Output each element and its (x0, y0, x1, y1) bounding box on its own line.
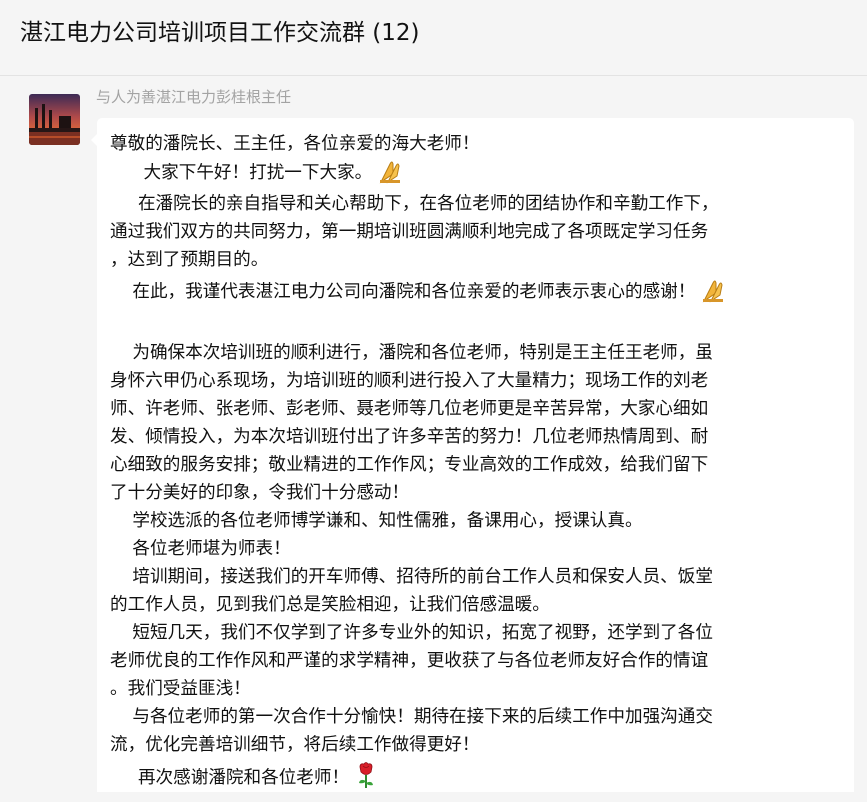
bottom-strip (0, 792, 867, 802)
message-bubble[interactable]: 尊敬的潘院长、王主任，各位亲爱的海大老师！ 大家下午好！打扰一下大家。 在潘院长… (91, 118, 854, 802)
message-line: 在潘院长的亲自指导和关心帮助下，在各位老师的团结协作和辛勤工作下， (110, 194, 719, 214)
chat-title-bar: 湛江电力公司培训项目工作交流群 (12) (0, 0, 867, 76)
message-line: 师、许老师、张老师、彭老师、聂老师等几位老师更是辛苦异常，大家心细如 (110, 399, 709, 419)
message-line: 发、倾情投入，为本次培训班付出了许多辛苦的努力！几位老师热情周到、耐 (110, 427, 709, 447)
pray-hands-icon (701, 277, 729, 312)
message-line: 在此，我谨代表湛江电力公司向潘院和各位亲爱的老师表示衷心的感谢！ (110, 277, 729, 312)
message-line: 了十分美好的印象，令我们十分感动！ (110, 483, 410, 503)
message-line-text: 大家下午好！打扰一下大家。 (110, 163, 373, 183)
message-line: 老师优良的工作作风和严谨的求学精神，更收获了与各位老师友好合作的情谊 (110, 651, 709, 671)
message-line: 各位老师堪为师表！ (110, 539, 291, 559)
message-line: 的工作人员，见到我们总是笑脸相迎，让我们倍感温暖。 (110, 595, 550, 615)
message-line: 为确保本次培训班的顺利进行，潘院和各位老师，特别是王主任王老师，虽 (110, 343, 713, 363)
message-line: 身怀六甲仍心系现场，为培训班的顺利进行投入了大量精力；现场工作的刘老 (110, 371, 709, 391)
chat-window: 湛江电力公司培训项目工作交流群 (12) 与人为善湛江电力彭桂根主任 尊敬的潘院… (0, 0, 867, 802)
message-line: 通过我们双方的共同努力，第一期培训班圆满顺利地完成了各项既定学习任务 (110, 222, 709, 242)
message-line: ，达到了预期目的。 (110, 250, 269, 270)
message-line: 学校选派的各位老师博学谦和、知性儒雅，备课用心，授课认真。 (110, 511, 643, 531)
message-line: 。我们受益匪浅！ (110, 679, 251, 699)
sender-avatar[interactable] (29, 94, 80, 145)
message-line: 短短几天，我们不仅学到了许多专业外的知识，拓宽了视野，还学到了各位 (110, 623, 713, 643)
message-line-text: 在此，我谨代表湛江电力公司向潘院和各位亲爱的老师表示衷心的感谢！ (110, 282, 696, 302)
message-line: 流，优化完善培训细节，将后续工作做得更好！ (110, 735, 480, 755)
message-line: 心细致的服务安排；敬业精进的工作作风；专业高效的工作成效，给我们留下 (110, 455, 709, 475)
message-line: 培训期间，接送我们的开车师傅、招待所的前台工作人员和保安人员、饭堂 (110, 567, 713, 587)
message-line: 与各位老师的第一次合作十分愉快！期待在接下来的后续工作中加强沟通交 (110, 707, 713, 727)
sender-name[interactable]: 与人为善湛江电力彭桂根主任 (96, 86, 291, 108)
message-line: 尊敬的潘院长、王主任，各位亲爱的海大老师！ (110, 134, 480, 154)
message-line-text: 再次感谢潘院和各位老师！ (110, 768, 350, 788)
pray-hands-icon (378, 158, 406, 193)
avatar-image (29, 94, 80, 145)
message-line: 大家下午好！打扰一下大家。 (110, 158, 406, 193)
chat-title[interactable]: 湛江电力公司培训项目工作交流群 (12) (20, 15, 420, 51)
